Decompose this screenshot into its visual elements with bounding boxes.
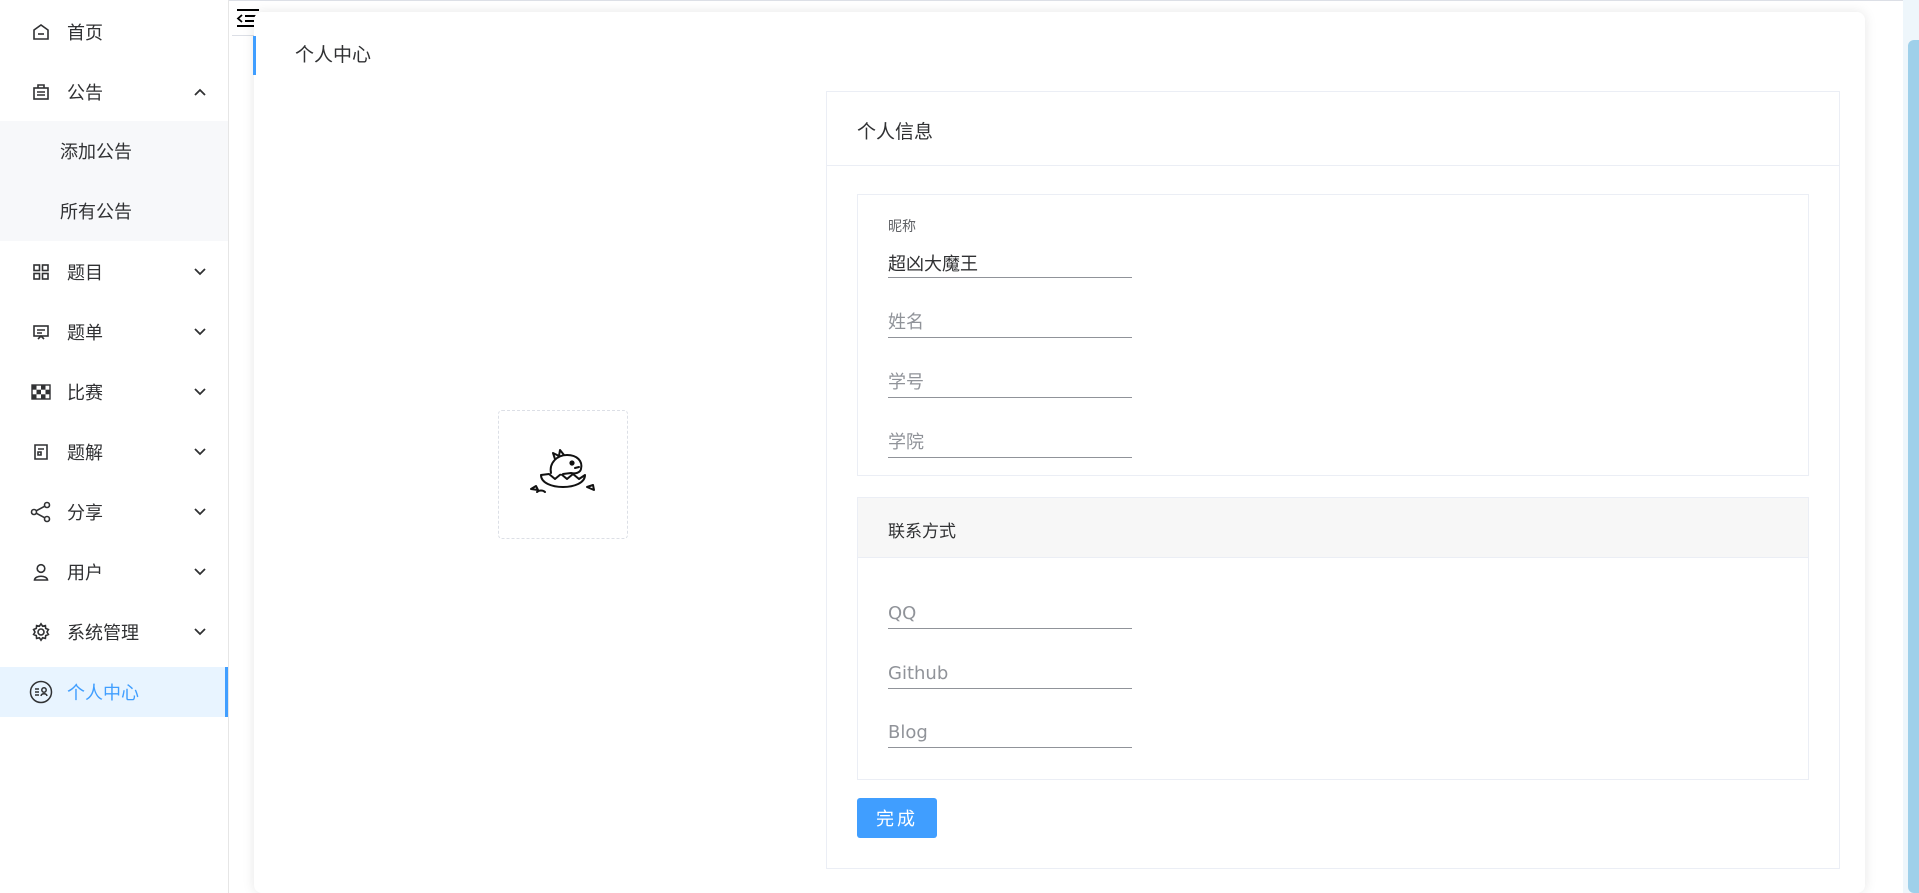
- sidebar-item-label: 分享: [67, 503, 103, 524]
- github-field[interactable]: [888, 649, 1132, 689]
- page-title: 个人中心: [295, 44, 372, 66]
- nickname-label: 昵称: [888, 219, 916, 235]
- github-input[interactable]: [888, 663, 1132, 684]
- sidebar-item-notice[interactable]: 公告: [0, 67, 228, 117]
- sidebar-item-system[interactable]: 系统管理: [0, 607, 228, 657]
- student-id-field[interactable]: [888, 358, 1132, 398]
- title-accent-bar: [253, 36, 256, 75]
- blog-input[interactable]: [888, 722, 1132, 743]
- chevron-down-icon: [193, 445, 207, 459]
- name-input[interactable]: [888, 312, 1132, 333]
- sidebar-item-label: 系统管理: [67, 623, 139, 644]
- notice-icon: [29, 80, 53, 104]
- basic-info-group: 昵称: [857, 194, 1809, 476]
- sidebar-item-problem-lists[interactable]: 题单: [0, 307, 228, 357]
- contact-group: 联系方式: [857, 497, 1809, 780]
- solution-icon: [29, 440, 53, 464]
- chevron-down-icon: [193, 325, 207, 339]
- personal-info-panel: 个人信息 昵称 联系方式: [826, 91, 1840, 869]
- sidebar-item-label: 题目: [67, 263, 103, 284]
- profile-icon: [29, 680, 53, 704]
- sidebar-item-contests[interactable]: 比赛: [0, 367, 228, 417]
- blog-field[interactable]: [888, 708, 1132, 748]
- qq-input[interactable]: [888, 603, 1132, 624]
- sidebar-item-label: 首页: [67, 23, 103, 44]
- sidebar-subitem-add-notice[interactable]: 添加公告: [0, 121, 228, 181]
- sidebar: 首页 公告 添加公告 所有公告 题目 题单 比赛 题解 分享 用户 系统管理 个…: [0, 0, 229, 893]
- student-id-input[interactable]: [888, 372, 1132, 393]
- sidebar-item-label: 用户: [67, 563, 103, 584]
- chevron-down-icon: [193, 565, 207, 579]
- sidebar-subitem-label: 添加公告: [60, 142, 132, 163]
- hatching-dinosaur-avatar: [527, 445, 599, 505]
- sidebar-item-label: 公告: [67, 83, 103, 104]
- submit-button[interactable]: 完成: [857, 798, 937, 838]
- personal-info-header: 个人信息: [827, 92, 1839, 166]
- sidebar-item-label: 个人中心: [67, 683, 139, 704]
- chevron-up-icon: [193, 85, 207, 99]
- home-icon: [29, 20, 53, 44]
- sidebar-item-solutions[interactable]: 题解: [0, 427, 228, 477]
- sidebar-item-users[interactable]: 用户: [0, 547, 228, 597]
- qq-field[interactable]: [888, 589, 1132, 629]
- sidebar-item-home[interactable]: 首页: [0, 7, 228, 57]
- share-icon: [29, 500, 53, 524]
- nickname-field[interactable]: 昵称: [888, 219, 1132, 278]
- contact-header: 联系方式: [858, 498, 1808, 558]
- chevron-down-icon: [193, 625, 207, 639]
- sidebar-item-share[interactable]: 分享: [0, 487, 228, 537]
- checkered-flag-icon: [29, 380, 53, 404]
- sidebar-subitem-label: 所有公告: [60, 202, 132, 223]
- sidebar-item-label: 题解: [67, 443, 103, 464]
- chevron-down-icon: [193, 265, 207, 279]
- board-icon: [29, 320, 53, 344]
- sidebar-item-profile[interactable]: 个人中心: [0, 667, 228, 717]
- avatar-upload[interactable]: [498, 410, 628, 539]
- grid-icon: [29, 260, 53, 284]
- chevron-down-icon: [193, 505, 207, 519]
- college-input[interactable]: [888, 432, 1132, 453]
- sidebar-item-label: 题单: [67, 323, 103, 344]
- top-border: [0, 0, 1919, 1]
- sidebar-subitem-all-notices[interactable]: 所有公告: [0, 181, 228, 241]
- user-icon: [29, 560, 53, 584]
- contact-title: 联系方式: [888, 522, 956, 542]
- chevron-down-icon: [193, 385, 207, 399]
- sidebar-item-problems[interactable]: 题目: [0, 247, 228, 297]
- gear-icon: [29, 620, 53, 644]
- nickname-input[interactable]: [888, 252, 1132, 273]
- sidebar-item-label: 比赛: [67, 383, 103, 404]
- personal-info-title: 个人信息: [857, 121, 934, 143]
- college-field[interactable]: [888, 418, 1132, 458]
- name-field[interactable]: [888, 298, 1132, 338]
- page-scrollbar-thumb[interactable]: [1908, 40, 1919, 893]
